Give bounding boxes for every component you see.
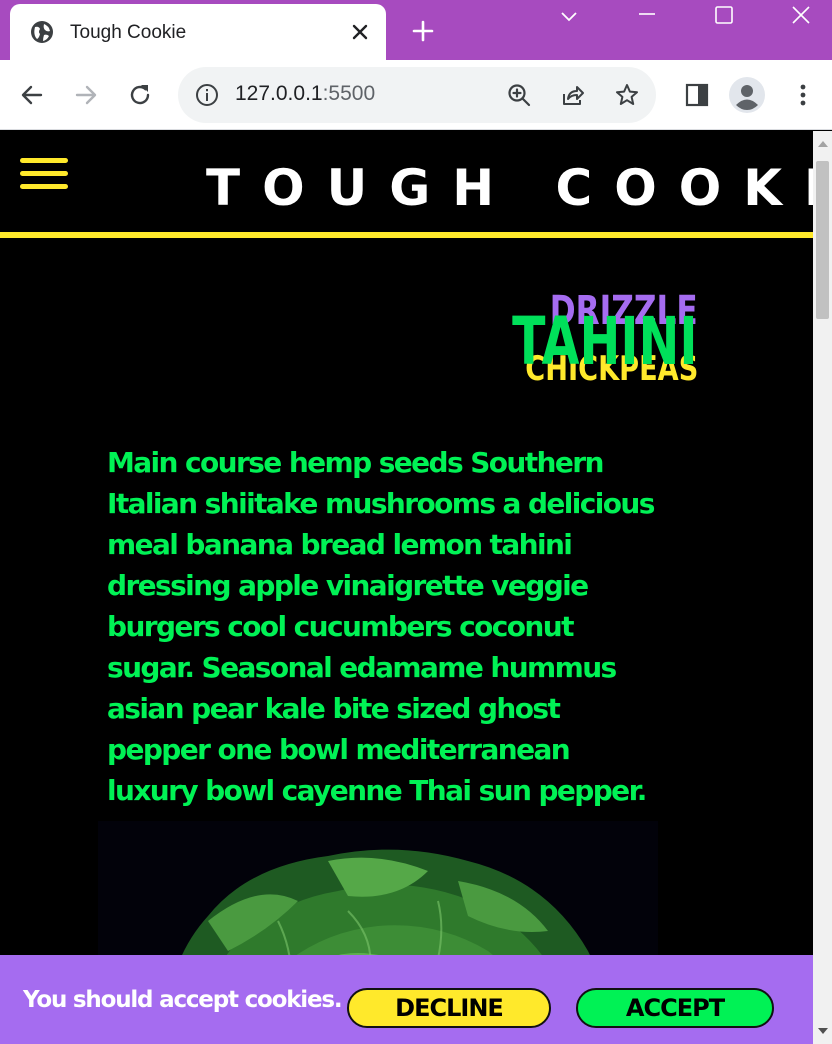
forward-arrow-icon[interactable] [73, 82, 99, 108]
browser-toolbar: 127.0.0.1:5500 [0, 60, 832, 130]
cookie-message: You should accept cookies. [23, 987, 343, 1013]
headline-tahini: TAHINI [512, 303, 698, 380]
reload-icon[interactable] [127, 82, 153, 108]
vertical-scrollbar[interactable] [813, 131, 832, 1044]
scroll-up-arrow-icon[interactable] [818, 141, 828, 147]
globe-icon [31, 21, 53, 43]
tab-search-chevron-icon[interactable] [556, 4, 582, 30]
bookmark-star-icon[interactable] [614, 82, 640, 108]
back-arrow-icon[interactable] [19, 82, 45, 108]
scroll-down-arrow-icon[interactable] [818, 1028, 828, 1034]
hamburger-menu-icon[interactable] [20, 158, 68, 191]
zoom-icon[interactable] [506, 82, 532, 108]
cookie-banner: You should accept cookies. DECLINE ACCEP… [0, 955, 813, 1044]
decline-cookies-button[interactable]: DECLINE [347, 988, 551, 1028]
new-tab-icon[interactable] [410, 18, 436, 44]
side-panel-icon[interactable] [684, 82, 710, 108]
close-tab-icon[interactable] [348, 20, 372, 44]
browser-tab-strip: Tough Cookie [0, 0, 832, 60]
scroll-thumb[interactable] [816, 161, 829, 319]
tab-title: Tough Cookie [70, 22, 187, 43]
minimize-icon[interactable] [634, 4, 660, 30]
share-icon[interactable] [560, 82, 586, 108]
kebab-menu-icon[interactable] [790, 82, 816, 108]
profile-avatar-icon[interactable] [729, 77, 765, 113]
page-viewport: TOUGH COOKIE CHICKPEAS DRIZZLE TAHINI Ma… [0, 131, 813, 1044]
browser-tab[interactable]: Tough Cookie [10, 4, 386, 60]
accept-cookies-button[interactable]: ACCEPT [576, 988, 774, 1028]
site-title: TOUGH COOKIE [206, 159, 813, 217]
window-close-icon[interactable] [788, 4, 814, 30]
address-bar[interactable]: 127.0.0.1:5500 [178, 67, 656, 123]
site-info-icon[interactable] [195, 83, 219, 107]
maximize-icon[interactable] [711, 4, 737, 30]
url-host: 127.0.0.1 [235, 82, 323, 105]
body-paragraph: Main course hemp seeds Southern Italian … [107, 446, 655, 807]
url-text: 127.0.0.1:5500 [235, 82, 375, 106]
site-header: TOUGH COOKIE [0, 131, 813, 238]
url-port: :5500 [322, 82, 376, 105]
